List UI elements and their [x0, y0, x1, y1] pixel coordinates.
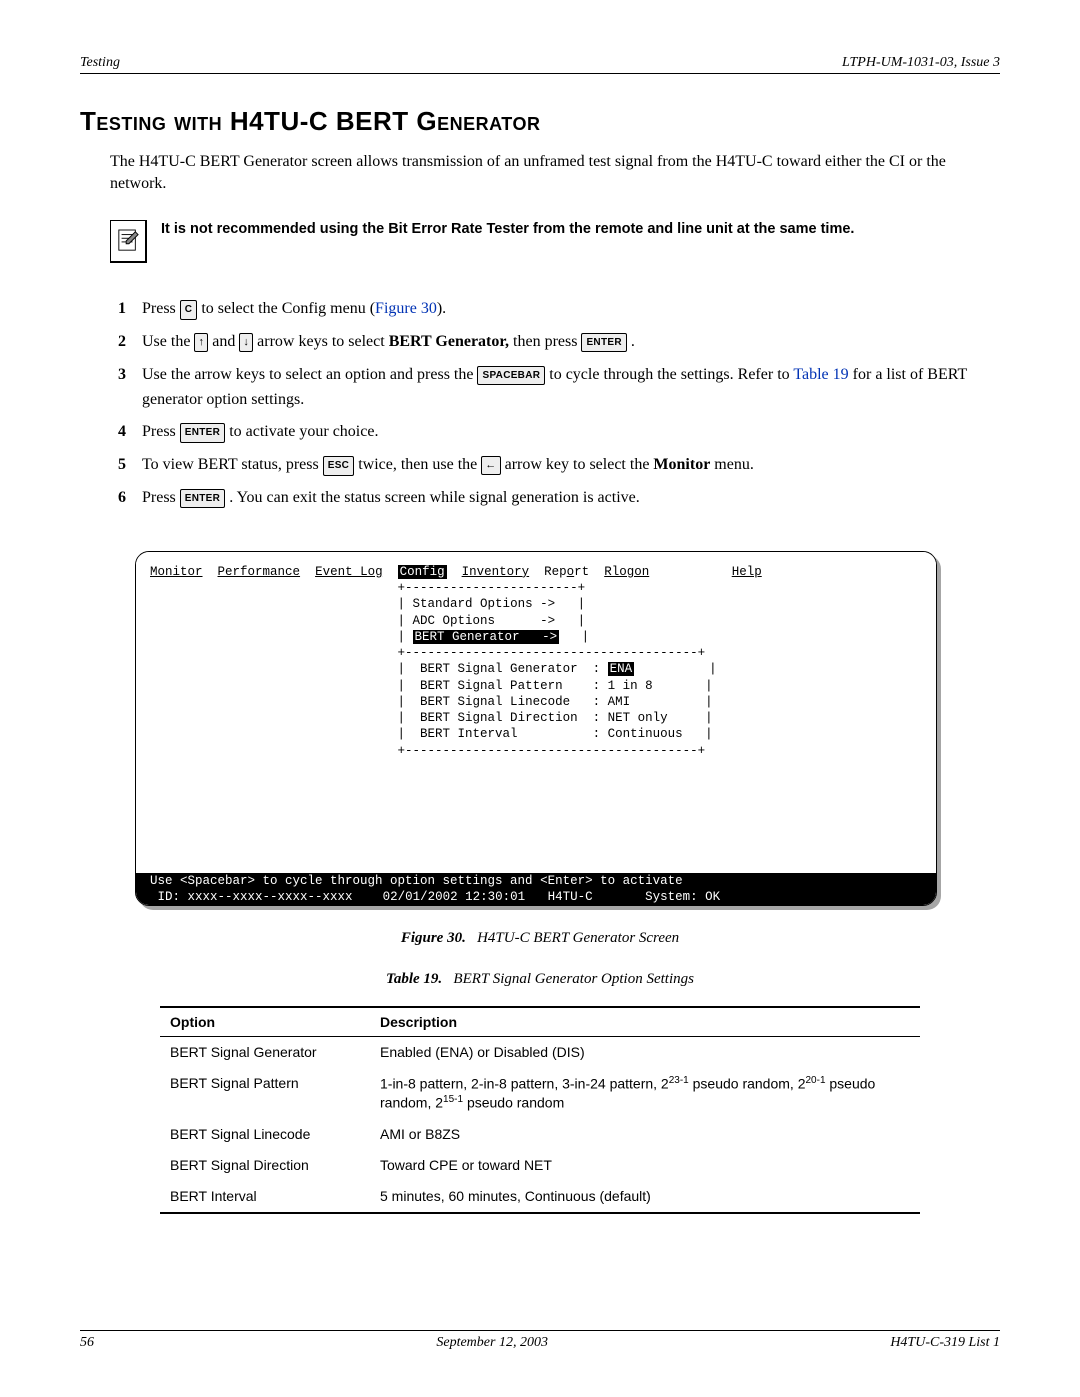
key-down-arrow-icon: ↓: [239, 333, 253, 352]
key-c: C: [180, 300, 198, 320]
figure-caption: Figure 30. H4TU-C BERT Generator Screen: [80, 930, 1000, 947]
step-2: 2 Use the ↑ and ↓ arrow keys to select B…: [110, 330, 1000, 355]
step-1: 1 Press C to select the Config menu (Fig…: [110, 297, 1000, 322]
table-row: BERT Signal Direction Toward CPE or towa…: [160, 1150, 920, 1181]
table-row: BERT Signal Pattern 1-in-8 pattern, 2-in…: [160, 1068, 920, 1119]
page-footer: 56 September 12, 2003 H4TU-C-319 List 1: [80, 1330, 1000, 1351]
table-19-link[interactable]: Table 19: [793, 366, 848, 383]
step-3: 3 Use the arrow keys to select an option…: [110, 363, 1000, 413]
table-caption: Table 19. BERT Signal Generator Option S…: [80, 971, 1000, 988]
page-number: 56: [80, 1335, 94, 1351]
note-pencil-icon: [110, 220, 147, 263]
key-spacebar: SPACEBAR: [477, 366, 545, 386]
terminal-status-bar: ID: xxxx--xxxx--xxxx--xxxx 02/01/2002 12…: [136, 889, 936, 905]
key-up-arrow-icon: ↑: [194, 333, 208, 352]
terminal-content: Monitor Performance Event Log Config Inv…: [136, 552, 936, 905]
steps-list: 1 Press C to select the Config menu (Fig…: [110, 297, 1000, 511]
running-header: Testing LTPH-UM-1031-03, Issue 3: [80, 55, 1000, 74]
terminal-hint: Use <Spacebar> to cycle through option s…: [136, 873, 936, 889]
step-5: 5 To view BERT status, press ESC twice, …: [110, 453, 1000, 478]
header-left: Testing: [80, 55, 120, 71]
key-enter: ENTER: [180, 489, 225, 509]
key-enter: ENTER: [180, 423, 225, 443]
pattern-desc: 1-in-8 pattern, 2-in-8 pattern, 3-in-24 …: [370, 1068, 920, 1119]
figure-30-link[interactable]: Figure 30: [375, 300, 437, 317]
key-esc: ESC: [323, 456, 354, 476]
step-6: 6 Press ENTER . You can exit the status …: [110, 486, 1000, 511]
note-block: It is not recommended using the Bit Erro…: [110, 220, 1000, 263]
table-row: BERT Signal Generator Enabled (ENA) or D…: [160, 1037, 920, 1068]
intro-paragraph: The H4TU-C BERT Generator screen allows …: [110, 151, 1000, 194]
option-settings-table: Option Description BERT Signal Generator…: [160, 1006, 920, 1214]
terminal-screenshot: Monitor Performance Event Log Config Inv…: [135, 551, 937, 906]
footer-doc-id: H4TU-C-319 List 1: [890, 1335, 1000, 1351]
th-option: Option: [160, 1007, 370, 1037]
config-menu-selected: Config: [398, 565, 447, 579]
header-right: LTPH-UM-1031-03, Issue 3: [842, 55, 1000, 71]
page: Testing LTPH-UM-1031-03, Issue 3 Testing…: [0, 0, 1080, 1397]
step-4: 4 Press ENTER to activate your choice.: [110, 420, 1000, 445]
table-row: BERT Interval 5 minutes, 60 minutes, Con…: [160, 1181, 920, 1213]
note-text: It is not recommended using the Bit Erro…: [161, 220, 1000, 240]
bert-generator-selected: BERT Generator ->: [413, 630, 560, 644]
key-left-arrow-icon: ←: [481, 456, 500, 475]
table-row: BERT Signal Linecode AMI or B8ZS: [160, 1119, 920, 1150]
th-description: Description: [370, 1007, 920, 1037]
key-enter: ENTER: [581, 333, 626, 353]
footer-date: September 12, 2003: [436, 1335, 548, 1351]
section-title: Testing with H4TU-C BERT Generator: [80, 106, 1000, 137]
